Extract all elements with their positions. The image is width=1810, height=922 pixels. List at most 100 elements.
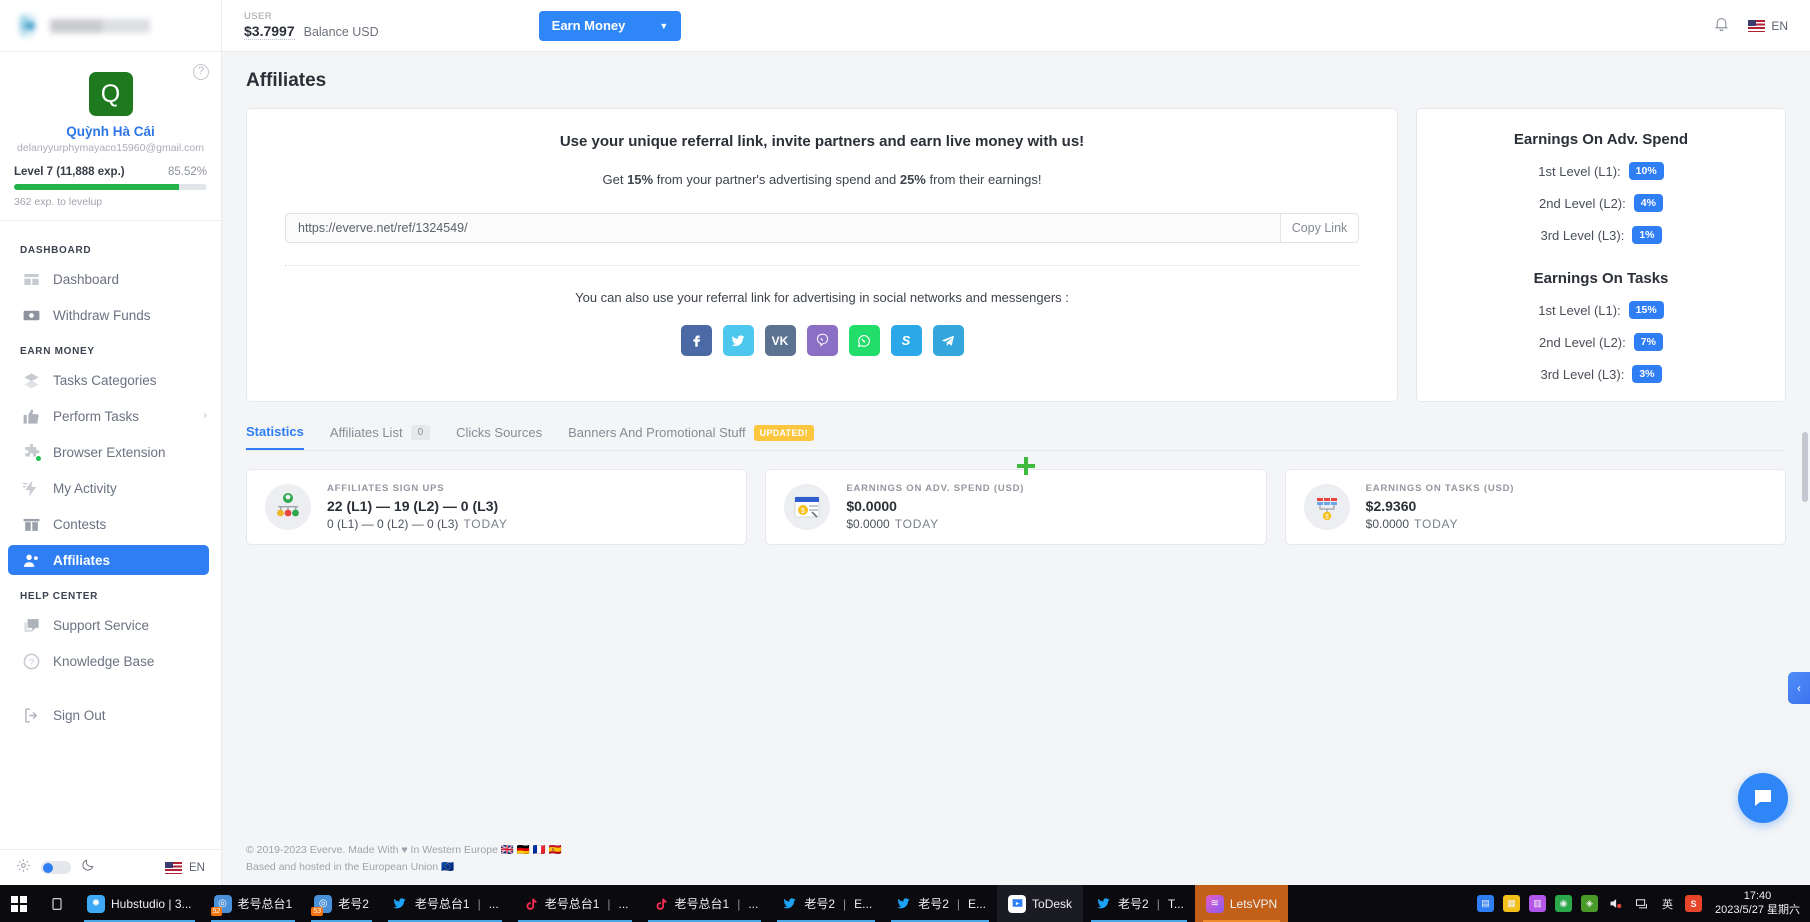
chat-bubble-icon[interactable] [1738, 773, 1788, 823]
stat-subvalue: $0.0000 TODAY [846, 517, 1024, 531]
telegram-icon[interactable] [932, 325, 964, 356]
twitter-icon [391, 895, 409, 913]
taskbar-item-chrome-1[interactable]: ◎ 52 老号总台1 [203, 885, 304, 922]
theme-toggle[interactable] [41, 861, 71, 874]
sidebar-label: Tasks Categories [53, 372, 157, 388]
sidebar-item-tasks-categories[interactable]: Tasks Categories [0, 365, 221, 395]
chat-icon [22, 616, 41, 635]
tab-banners-promotional[interactable]: Banners And Promotional Stuff UPDATED! [568, 424, 814, 450]
sidebar-item-support-service[interactable]: Support Service [0, 610, 221, 640]
referral-link-input[interactable] [286, 214, 1280, 242]
twitter-icon[interactable] [722, 325, 754, 356]
earn-money-button[interactable]: Earn Money ▼ [538, 10, 682, 41]
topbar-language[interactable]: EN [1771, 19, 1788, 33]
taskbar-extra: E... [968, 896, 987, 911]
sidebar-label: Affiliates [53, 552, 111, 568]
nav-section-dashboard-title: DASHBOARD [20, 245, 92, 256]
sidebar-item-withdraw-funds[interactable]: Withdraw Funds [0, 300, 221, 330]
taskbar-item-twitter-3[interactable]: 老号2 | E... [883, 885, 997, 922]
taskbar-label: LetsVPN [1229, 896, 1278, 911]
taskbar-item-tiktok-1[interactable]: 老号总台1 | ... [510, 885, 640, 922]
question-circle-icon[interactable]: ? [193, 64, 209, 80]
app-screen: ? Q Quỳnh Hà Cái delanyyurphymayaco15960… [0, 0, 1810, 922]
viber-icon[interactable] [806, 325, 838, 356]
whatsapp-icon[interactable] [848, 325, 880, 356]
rate-value: 4% [1633, 194, 1663, 212]
ime-icon[interactable]: 英 [1659, 895, 1676, 912]
taskbar-item-tiktok-2[interactable]: 老号总台1 | ... [640, 885, 770, 922]
taskbar-item-twitter-1[interactable]: 老号总台1 | ... [380, 885, 510, 922]
windows-start-icon[interactable] [0, 885, 38, 922]
nav-section-earn-title: EARN MONEY [20, 346, 95, 357]
tiktok-icon [521, 895, 539, 913]
brand-logo [20, 14, 150, 37]
skype-icon[interactable]: S [890, 325, 922, 356]
tray-app-1[interactable]: ▤ [1477, 895, 1494, 912]
chevron-left-icon[interactable]: ‹ [1788, 672, 1810, 704]
twitter-icon [1094, 895, 1112, 913]
sidebar-item-my-activity[interactable]: My Activity [0, 473, 221, 503]
puzzle-icon [22, 443, 42, 462]
gear-icon[interactable] [16, 858, 31, 878]
nav-section-help-title: HELP CENTER [20, 591, 99, 602]
dashboard-icon [22, 270, 41, 289]
tray-app-2[interactable]: ▦ [1503, 895, 1520, 912]
stat-caption: AFFILIATES SIGN UPS [327, 483, 445, 494]
taskbar-extra: T... [1167, 896, 1184, 911]
balance-amount[interactable]: $3.7997 [244, 23, 295, 40]
clock[interactable]: 17:40 2023/5/27 星期六 [1711, 890, 1800, 918]
taskbar-item-twitter-4[interactable]: 老号2 | T... [1083, 885, 1195, 922]
stat-sub-number: $0.0000 [1365, 517, 1410, 531]
logo-area[interactable] [0, 0, 221, 52]
tab-clicks-sources[interactable]: Clicks Sources [456, 425, 542, 449]
stat-sub-tag: TODAY [463, 517, 508, 531]
tray-app-3[interactable]: ▥ [1529, 895, 1546, 912]
top-bar: USER $3.7997 Balance USD Earn Money ▼ EN [222, 0, 1810, 52]
adv-spend-icon: $ [784, 484, 831, 530]
taskbar-extra: E... [854, 896, 873, 911]
moon-icon[interactable] [81, 858, 95, 877]
volume-icon[interactable] [1607, 895, 1624, 912]
taskbar-item-todesk[interactable]: ToDesk [997, 885, 1084, 922]
task-view-icon[interactable] [38, 885, 76, 922]
system-tray: ▤ ▦ ▥ ◉ ◈ 英 S 17:40 2023/5/27 星期六 [1477, 890, 1810, 918]
taskbar-extra: ... [488, 896, 499, 911]
copy-link-button[interactable]: Copy Link [1280, 214, 1358, 242]
sidebar-item-contests[interactable]: Contests [0, 509, 221, 539]
vk-icon[interactable]: VK [764, 325, 796, 356]
rate-value: 15% [1628, 301, 1664, 319]
taskbar-item-letsvpn[interactable]: ≋ LetsVPN [1194, 885, 1289, 922]
taskbar-label: 老号2 [804, 897, 836, 911]
profile-name[interactable]: Quỳnh Hà Cái [14, 124, 207, 139]
sidebar-item-dashboard[interactable]: Dashboard [0, 264, 221, 294]
network-icon[interactable] [1633, 895, 1650, 912]
balance-label: Balance USD [303, 25, 379, 39]
sidebar-item-knowledge-base[interactable]: ? Knowledge Base [0, 646, 221, 676]
sidebar-label: Withdraw Funds [53, 307, 151, 323]
scrollbar-thumb[interactable] [1802, 432, 1808, 502]
tab-statistics[interactable]: Statistics [246, 424, 304, 450]
sidebar-label: Perform Tasks [53, 408, 140, 424]
windows-taskbar: ✹ Hubstudio | 3... ◎ 52 老号总台1 ◎ 53 老号2 老号总… [0, 885, 1810, 922]
rate-label: 3rd Level (L3): [1540, 366, 1625, 382]
taskbar-item-twitter-2[interactable]: 老号2 | E... [769, 885, 883, 922]
tab-affiliates-list[interactable]: Affiliates List 0 [330, 425, 431, 449]
tray-app-5[interactable]: ◈ [1581, 895, 1598, 912]
level-row: Level 7 (11,888 exp.) 85.52% [14, 166, 207, 178]
hubstudio-icon: ✹ [87, 894, 105, 913]
tray-app-4[interactable]: ◉ [1555, 895, 1572, 912]
sidebar-item-sign-out[interactable]: Sign Out [0, 700, 221, 730]
rate-label: 2nd Level (L2): [1539, 195, 1626, 211]
sidebar-language[interactable]: EN [189, 862, 205, 874]
sidebar-item-perform-tasks[interactable]: Perform Tasks › [0, 401, 221, 431]
sogou-icon[interactable]: S [1685, 895, 1702, 912]
bell-icon[interactable] [1713, 15, 1730, 37]
rate-value: 7% [1633, 333, 1663, 351]
chrome-icon: ◎ 52 [210, 894, 232, 916]
taskbar-item-hubstudio[interactable]: ✹ Hubstudio | 3... [76, 885, 203, 922]
sidebar-item-browser-extension[interactable]: Browser Extension [0, 437, 221, 467]
sidebar-item-affiliates[interactable]: Affiliates [8, 545, 209, 575]
taskbar-item-chrome-2[interactable]: ◎ 53 老号2 [303, 885, 380, 922]
facebook-icon[interactable] [680, 325, 712, 356]
rate-label: 2nd Level (L2): [1539, 334, 1626, 350]
